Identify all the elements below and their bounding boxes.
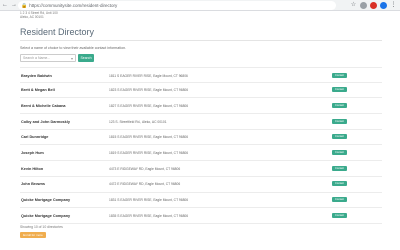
- resident-address: 1831 S EAGER RIVER RISE, Eagle Mount, CT…: [109, 198, 189, 202]
- resident-name[interactable]: Brett & Megan Bell: [21, 88, 55, 92]
- browser-toolbar: ← → ↻ 🔒 https://communitysite.com/reside…: [0, 0, 400, 11]
- resident-name[interactable]: Joseph Hum: [21, 151, 44, 155]
- page-title: Resident Directory: [20, 27, 95, 37]
- contact-button[interactable]: Contact: [332, 197, 347, 202]
- instructions-text: Select a name of choice to view their av…: [20, 46, 127, 50]
- resident-address: 1819 S EAGER RIVER RISE, Eagle Mount, CT…: [109, 150, 189, 155]
- search-button[interactable]: Search: [78, 54, 94, 62]
- menu-dots-icon[interactable]: ⋮: [390, 2, 397, 9]
- contact-button[interactable]: Contact: [332, 149, 347, 155]
- enroll-button[interactable]: Enroll for more: [20, 232, 46, 238]
- lock-icon: 🔒: [21, 2, 28, 9]
- extension-icons: ☆ ⋮: [350, 1, 397, 10]
- search-input[interactable]: Search a Name... ▾: [20, 54, 76, 62]
- address-bar[interactable]: 🔒 https://communitysite.com/resident-dir…: [18, 1, 336, 10]
- resident-name[interactable]: Quicke Mortgage Company: [21, 198, 70, 202]
- search-row: Search a Name... ▾ Search: [20, 54, 94, 62]
- address-line: Aleko, AC 00101: [20, 15, 44, 19]
- resident-address: 1835 S EAGER RIVER RISE, Eagle Mount, CT…: [109, 213, 189, 218]
- extension-icon[interactable]: [370, 2, 377, 9]
- table-row: John Browns 4472 E RIDGEWAY RD, Eagle Mo…: [20, 177, 382, 193]
- resident-address: 1823 S EAGER RIVER RISE, Eagle Mount, CT…: [109, 88, 189, 93]
- resident-name[interactable]: Brayden Baldwin: [21, 74, 52, 78]
- showing-count: Showing 10 of 10 directories: [20, 225, 63, 229]
- resident-name[interactable]: Carl Dunnridge: [21, 135, 48, 139]
- contact-button[interactable]: Contact: [332, 212, 347, 218]
- resident-name[interactable]: Kevin Hilton: [21, 167, 43, 171]
- star-icon[interactable]: ☆: [350, 2, 357, 9]
- table-row: Carl Dunnridge 1815 S EAGER RIVER RISE, …: [20, 130, 382, 146]
- table-row: Brent & Michelle Cabana 1827 S EAGER RIV…: [20, 98, 382, 115]
- resident-address: 4472 E RIDGEWAY RD, Eagle Mount, CT 9680…: [109, 182, 181, 187]
- arrow-left-icon[interactable]: ←: [2, 0, 8, 11]
- extension-icon[interactable]: [360, 2, 367, 9]
- table-row: Colby and John Darmoskly 123 S. Streetfi…: [20, 114, 382, 130]
- chevron-down-icon: ▾: [70, 55, 73, 61]
- contact-button[interactable]: Contact: [332, 87, 347, 93]
- resident-address: 1811 S EAGER RIVER RISE, Eagle Mount, CT…: [109, 73, 188, 78]
- table-row: Quicke Mortgage Company 1835 S EAGER RIV…: [20, 208, 382, 224]
- contact-button[interactable]: Contact: [332, 72, 347, 78]
- contact-button[interactable]: Contact: [332, 118, 347, 124]
- resident-name[interactable]: Quicke Mortgage Company: [21, 214, 70, 218]
- resident-name[interactable]: Brent & Michelle Cabana: [21, 104, 66, 108]
- table-row: Quicke Mortgage Company 1831 S EAGER RIV…: [20, 193, 382, 209]
- table-row: Brayden Baldwin 1811 S EAGER RIVER RISE,…: [20, 67, 382, 83]
- resident-address: 123 S. Streetfield Rd., Aleko, AC 00101: [109, 119, 167, 124]
- resident-name[interactable]: Colby and John Darmoskly: [21, 120, 70, 124]
- arrow-right-icon[interactable]: →: [11, 0, 17, 11]
- contact-button[interactable]: Contact: [332, 134, 347, 140]
- profile-avatar-icon[interactable]: [380, 2, 387, 9]
- url-text: https://communitysite.com/resident-direc…: [29, 3, 118, 8]
- resident-address: 1815 S EAGER RIVER RISE, Eagle Mount, CT…: [109, 135, 189, 140]
- search-placeholder: Search a Name...: [23, 56, 51, 60]
- contact-button[interactable]: Contact: [332, 102, 347, 108]
- header-address: 1 2 3 4 Street Rd, Unit 100 Aleko, AC 00…: [20, 11, 58, 19]
- resident-address: 1827 S EAGER RIVER RISE, Eagle Mount, CT…: [109, 103, 189, 108]
- divider: [20, 40, 382, 41]
- table-row: Kevin Hilton 4473 E RIDGEWAY RD, Eagle M…: [20, 161, 382, 177]
- table-row: Joseph Hum 1819 S EAGER RIVER RISE, Eagl…: [20, 145, 382, 162]
- table-row: Brett & Megan Bell 1823 S EAGER RIVER RI…: [20, 83, 382, 99]
- resident-name[interactable]: John Browns: [21, 182, 45, 186]
- contact-button[interactable]: Contact: [332, 181, 347, 187]
- contact-button[interactable]: Contact: [332, 165, 347, 171]
- resident-table: Brayden Baldwin 1811 S EAGER RIVER RISE,…: [20, 67, 382, 224]
- resident-address: 4473 E RIDGEWAY RD, Eagle Mount, CT 9680…: [109, 166, 181, 171]
